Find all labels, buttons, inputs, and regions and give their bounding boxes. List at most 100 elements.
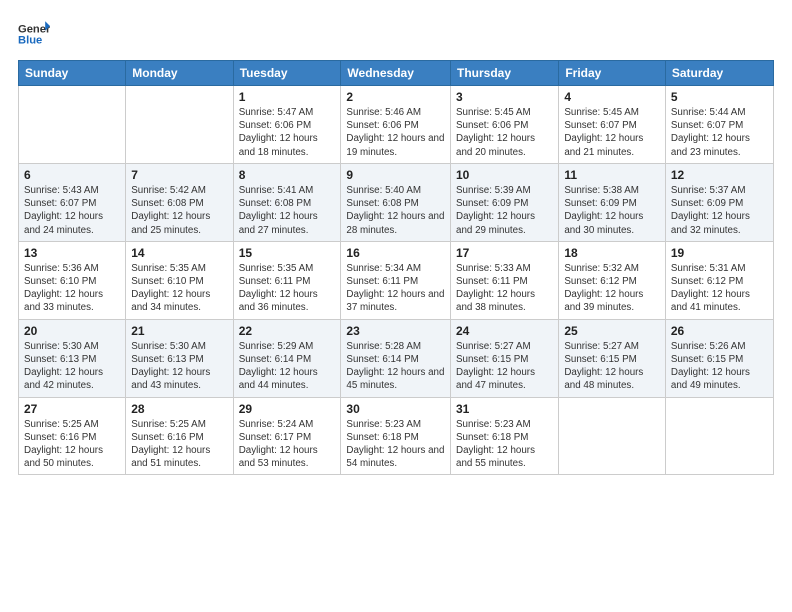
cell-info: Sunrise: 5:36 AM Sunset: 6:10 PM Dayligh… — [24, 262, 120, 315]
calendar-header-sunday: Sunday — [19, 61, 126, 86]
cell-day-number: 24 — [456, 324, 553, 338]
calendar-week-0: 1Sunrise: 5:47 AM Sunset: 6:06 PM Daylig… — [19, 86, 774, 164]
cell-info: Sunrise: 5:29 AM Sunset: 6:14 PM Dayligh… — [239, 340, 336, 393]
calendar-cell — [126, 86, 233, 164]
calendar-cell: 5 Sunrise: 5:44 AM Sunset: 6:07 PM Daylig… — [665, 86, 773, 164]
cell-day-number: 15 — [239, 246, 336, 260]
calendar-cell — [19, 86, 126, 164]
calendar-cell: 12 Sunrise: 5:37 AM Sunset: 6:09 PM Dayli… — [665, 163, 773, 241]
cell-info: Sunrise: 5:32 AM Sunset: 6:12 PM Dayligh… — [564, 262, 660, 315]
calendar-cell: 15 Sunrise: 5:35 AM Sunset: 6:11 PM Dayli… — [233, 241, 341, 319]
cell-day-number: 30 — [346, 402, 445, 416]
cell-day-number: 16 — [346, 246, 445, 260]
cell-day-number: 4 — [564, 90, 660, 104]
calendar-cell: 29 Sunrise: 5:24 AM Sunset: 6:17 PM Dayli… — [233, 397, 341, 475]
cell-info: Sunrise: 5:35 AM Sunset: 6:11 PM Dayligh… — [239, 262, 336, 315]
cell-day-number: 20 — [24, 324, 120, 338]
logo: General Blue — [18, 18, 50, 50]
cell-info: Sunrise: 5:39 AM Sunset: 6:09 PM Dayligh… — [456, 184, 553, 237]
cell-info: Sunrise: 5:28 AM Sunset: 6:14 PM Dayligh… — [346, 340, 445, 393]
cell-info: Sunrise: 5:26 AM Sunset: 6:15 PM Dayligh… — [671, 340, 768, 393]
calendar-cell: 24 Sunrise: 5:27 AM Sunset: 6:15 PM Dayli… — [451, 319, 559, 397]
cell-day-number: 29 — [239, 402, 336, 416]
calendar-cell: 31 Sunrise: 5:23 AM Sunset: 6:18 PM Dayli… — [451, 397, 559, 475]
cell-info: Sunrise: 5:45 AM Sunset: 6:07 PM Dayligh… — [564, 106, 660, 159]
calendar-cell — [559, 397, 666, 475]
calendar-header-saturday: Saturday — [665, 61, 773, 86]
calendar-cell: 17 Sunrise: 5:33 AM Sunset: 6:11 PM Dayli… — [451, 241, 559, 319]
calendar-week-1: 6Sunrise: 5:43 AM Sunset: 6:07 PM Daylig… — [19, 163, 774, 241]
calendar-cell: 13 Sunrise: 5:36 AM Sunset: 6:10 PM Dayli… — [19, 241, 126, 319]
page: General Blue SundayMondayTuesdayWednesda… — [0, 0, 792, 612]
calendar-cell: 26 Sunrise: 5:26 AM Sunset: 6:15 PM Dayli… — [665, 319, 773, 397]
calendar-cell: 19 Sunrise: 5:31 AM Sunset: 6:12 PM Dayli… — [665, 241, 773, 319]
cell-info: Sunrise: 5:33 AM Sunset: 6:11 PM Dayligh… — [456, 262, 553, 315]
cell-day-number: 28 — [131, 402, 227, 416]
cell-info: Sunrise: 5:27 AM Sunset: 6:15 PM Dayligh… — [456, 340, 553, 393]
cell-day-number: 13 — [24, 246, 120, 260]
calendar-table: SundayMondayTuesdayWednesdayThursdayFrid… — [18, 60, 774, 475]
calendar-header-tuesday: Tuesday — [233, 61, 341, 86]
cell-day-number: 9 — [346, 168, 445, 182]
cell-day-number: 21 — [131, 324, 227, 338]
cell-day-number: 10 — [456, 168, 553, 182]
calendar-cell: 25Sunrise: 5:27 AM Sunset: 6:15 PM Dayli… — [559, 319, 666, 397]
calendar-cell: 16 Sunrise: 5:34 AM Sunset: 6:11 PM Dayli… — [341, 241, 451, 319]
cell-day-number: 14 — [131, 246, 227, 260]
cell-info: Sunrise: 5:25 AM Sunset: 6:16 PM Dayligh… — [24, 418, 120, 471]
cell-info: Sunrise: 5:37 AM Sunset: 6:09 PM Dayligh… — [671, 184, 768, 237]
calendar-cell: 28 Sunrise: 5:25 AM Sunset: 6:16 PM Dayli… — [126, 397, 233, 475]
cell-day-number: 27 — [24, 402, 120, 416]
calendar-cell: 4 Sunrise: 5:45 AM Sunset: 6:07 PM Daylig… — [559, 86, 666, 164]
cell-day-number: 18 — [564, 246, 660, 260]
cell-info: Sunrise: 5:42 AM Sunset: 6:08 PM Dayligh… — [131, 184, 227, 237]
calendar-week-3: 20 Sunrise: 5:30 AM Sunset: 6:13 PM Dayli… — [19, 319, 774, 397]
cell-day-number: 17 — [456, 246, 553, 260]
calendar-cell: 10 Sunrise: 5:39 AM Sunset: 6:09 PM Dayli… — [451, 163, 559, 241]
cell-info: Sunrise: 5:31 AM Sunset: 6:12 PM Dayligh… — [671, 262, 768, 315]
calendar-cell: 2Sunrise: 5:46 AM Sunset: 6:06 PM Daylig… — [341, 86, 451, 164]
cell-day-number: 26 — [671, 324, 768, 338]
calendar-cell: 22Sunrise: 5:29 AM Sunset: 6:14 PM Dayli… — [233, 319, 341, 397]
cell-day-number: 19 — [671, 246, 768, 260]
cell-info: Sunrise: 5:25 AM Sunset: 6:16 PM Dayligh… — [131, 418, 227, 471]
calendar-cell: 23 Sunrise: 5:28 AM Sunset: 6:14 PM Dayli… — [341, 319, 451, 397]
calendar-cell — [665, 397, 773, 475]
calendar-cell: 30Sunrise: 5:23 AM Sunset: 6:18 PM Dayli… — [341, 397, 451, 475]
calendar-header-friday: Friday — [559, 61, 666, 86]
calendar-cell: 7Sunrise: 5:42 AM Sunset: 6:08 PM Daylig… — [126, 163, 233, 241]
cell-day-number: 2 — [346, 90, 445, 104]
cell-info: Sunrise: 5:35 AM Sunset: 6:10 PM Dayligh… — [131, 262, 227, 315]
calendar-cell: 14 Sunrise: 5:35 AM Sunset: 6:10 PM Dayli… — [126, 241, 233, 319]
calendar-cell: 11 Sunrise: 5:38 AM Sunset: 6:09 PM Dayli… — [559, 163, 666, 241]
cell-info: Sunrise: 5:45 AM Sunset: 6:06 PM Dayligh… — [456, 106, 553, 159]
cell-day-number: 6 — [24, 168, 120, 182]
cell-info: Sunrise: 5:40 AM Sunset: 6:08 PM Dayligh… — [346, 184, 445, 237]
cell-day-number: 31 — [456, 402, 553, 416]
cell-day-number: 12 — [671, 168, 768, 182]
svg-text:Blue: Blue — [18, 35, 42, 47]
calendar-cell: 18 Sunrise: 5:32 AM Sunset: 6:12 PM Dayli… — [559, 241, 666, 319]
cell-day-number: 23 — [346, 324, 445, 338]
cell-day-number: 11 — [564, 168, 660, 182]
cell-day-number: 5 — [671, 90, 768, 104]
calendar-header-row: SundayMondayTuesdayWednesdayThursdayFrid… — [19, 61, 774, 86]
cell-day-number: 3 — [456, 90, 553, 104]
calendar-week-4: 27 Sunrise: 5:25 AM Sunset: 6:16 PM Dayli… — [19, 397, 774, 475]
cell-info: Sunrise: 5:23 AM Sunset: 6:18 PM Dayligh… — [456, 418, 553, 471]
calendar-header-thursday: Thursday — [451, 61, 559, 86]
cell-info: Sunrise: 5:24 AM Sunset: 6:17 PM Dayligh… — [239, 418, 336, 471]
cell-info: Sunrise: 5:41 AM Sunset: 6:08 PM Dayligh… — [239, 184, 336, 237]
cell-info: Sunrise: 5:38 AM Sunset: 6:09 PM Dayligh… — [564, 184, 660, 237]
calendar-cell: 21 Sunrise: 5:30 AM Sunset: 6:13 PM Dayli… — [126, 319, 233, 397]
cell-info: Sunrise: 5:44 AM Sunset: 6:07 PM Dayligh… — [671, 106, 768, 159]
cell-info: Sunrise: 5:34 AM Sunset: 6:11 PM Dayligh… — [346, 262, 445, 315]
calendar-header-monday: Monday — [126, 61, 233, 86]
calendar-cell: 1Sunrise: 5:47 AM Sunset: 6:06 PM Daylig… — [233, 86, 341, 164]
cell-info: Sunrise: 5:30 AM Sunset: 6:13 PM Dayligh… — [24, 340, 120, 393]
calendar-week-2: 13 Sunrise: 5:36 AM Sunset: 6:10 PM Dayli… — [19, 241, 774, 319]
calendar-cell: 9 Sunrise: 5:40 AM Sunset: 6:08 PM Daylig… — [341, 163, 451, 241]
cell-info: Sunrise: 5:27 AM Sunset: 6:15 PM Dayligh… — [564, 340, 660, 393]
calendar-cell: 3 Sunrise: 5:45 AM Sunset: 6:06 PM Daylig… — [451, 86, 559, 164]
cell-info: Sunrise: 5:30 AM Sunset: 6:13 PM Dayligh… — [131, 340, 227, 393]
